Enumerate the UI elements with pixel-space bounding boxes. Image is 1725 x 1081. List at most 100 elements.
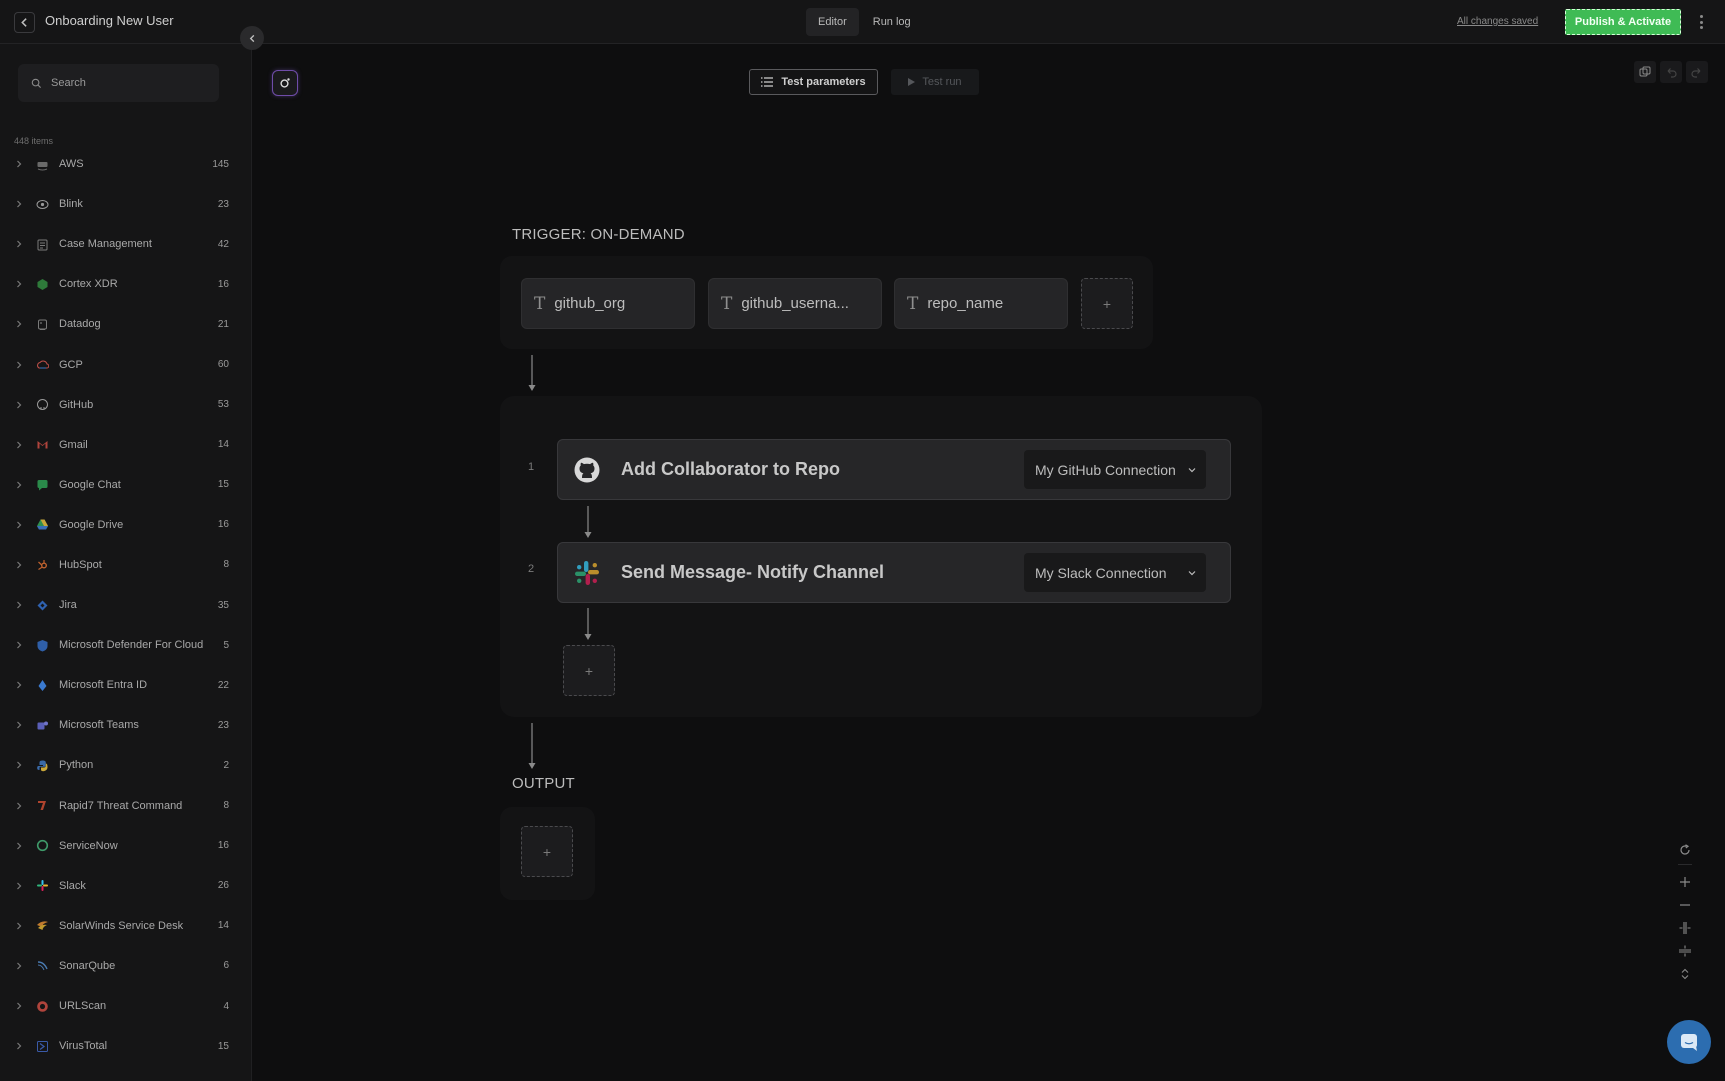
chevron-right-icon[interactable] (15, 641, 23, 649)
step-card-send-message[interactable]: Send Message- Notify Channel My Slack Co… (557, 542, 1231, 603)
chevron-right-icon[interactable] (15, 922, 23, 930)
more-options-icon[interactable] (1695, 12, 1707, 32)
test-parameters-button[interactable]: Test parameters (749, 69, 878, 95)
sidebar-category-item[interactable]: ServiceNow 16 (0, 826, 252, 866)
sidebar-category-item[interactable]: SolarWinds Service Desk 14 (0, 906, 252, 946)
sidebar-category-item[interactable]: Microsoft Defender For Cloud 5 (0, 625, 252, 665)
copy-button[interactable] (1634, 61, 1656, 83)
connection-select[interactable]: My GitHub Connection (1024, 450, 1206, 489)
chevron-right-icon[interactable] (15, 361, 23, 369)
category-name: SonarQube (59, 959, 116, 972)
trigger-label: TRIGGER: ON-DEMAND (512, 226, 685, 243)
category-count: 35 (217, 599, 229, 611)
sidebar-category-item[interactable]: Jira 35 (0, 585, 252, 625)
connection-select[interactable]: My Slack Connection (1024, 553, 1206, 592)
step-card-add-collaborator[interactable]: Add Collaborator to Repo My GitHub Conne… (557, 439, 1231, 500)
sidebar-category-item[interactable]: Slack 26 (0, 866, 252, 906)
chevron-right-icon[interactable] (15, 962, 23, 970)
category-count: 53 (217, 399, 229, 411)
chevron-right-icon[interactable] (15, 601, 23, 609)
chevrons-vertical-icon (1681, 968, 1689, 979)
reset-view-button[interactable] (1675, 838, 1695, 861)
sidebar-category-item[interactable]: Google Chat 15 (0, 465, 252, 505)
sidebar-category-item[interactable]: URLScan 4 (0, 986, 252, 1026)
sidebar-category-item[interactable]: GCP 60 (0, 344, 252, 384)
sidebar-category-item[interactable]: Microsoft Teams 23 (0, 705, 252, 745)
chevron-right-icon[interactable] (15, 882, 23, 890)
chevron-right-icon[interactable] (15, 160, 23, 168)
chevron-right-icon[interactable] (15, 200, 23, 208)
expand-collapse-button[interactable] (1675, 962, 1695, 985)
sidebar-category-item[interactable]: Datadog 21 (0, 304, 252, 344)
zoom-out-button[interactable] (1675, 893, 1695, 916)
microsoft-entra-icon (35, 678, 49, 692)
trigger-param-chip[interactable]: T github_userna... (708, 278, 882, 329)
tab-editor[interactable]: Editor (806, 8, 859, 36)
sidebar-category-item[interactable]: Cortex XDR 16 (0, 264, 252, 304)
chevron-right-icon[interactable] (15, 681, 23, 689)
chevron-right-icon[interactable] (15, 401, 23, 409)
microsoft-defender-icon (35, 638, 49, 652)
sidebar-category-item[interactable]: HubSpot 8 (0, 545, 252, 585)
datadog-icon (35, 317, 49, 331)
collapse-sidebar-button[interactable] (240, 26, 264, 50)
test-parameters-label: Test parameters (781, 76, 866, 88)
sidebar-category-item[interactable]: Google Drive 16 (0, 505, 252, 545)
output-label: OUTPUT (512, 775, 575, 792)
chevron-right-icon[interactable] (15, 1042, 23, 1050)
save-status-link[interactable]: All changes saved (1457, 16, 1538, 27)
sidebar-category-item[interactable]: AWS 145 (0, 144, 252, 184)
test-run-button[interactable]: Test run (891, 69, 979, 95)
chevron-right-icon[interactable] (15, 842, 23, 850)
add-step-button[interactable]: + (563, 645, 615, 696)
add-parameter-button[interactable]: + (1081, 278, 1133, 329)
chevron-right-icon[interactable] (15, 521, 23, 529)
chevron-right-icon[interactable] (15, 481, 23, 489)
chevron-right-icon[interactable] (15, 320, 23, 328)
sidebar-category-item[interactable]: SonarQube 6 (0, 946, 252, 986)
sidebar-category-item[interactable]: VirusTotal 15 (0, 1026, 252, 1066)
category-name: VirusTotal (59, 1040, 108, 1053)
redo-button[interactable] (1686, 61, 1708, 83)
trigger-param-chip[interactable]: T repo_name (894, 278, 1068, 329)
gmail-icon (35, 438, 49, 452)
sidebar-category-item[interactable]: GitHub 53 (0, 385, 252, 425)
test-run-label: Test run (922, 76, 962, 88)
trigger-param-chip[interactable]: T github_org (521, 278, 695, 329)
fit-height-button[interactable] (1675, 939, 1695, 962)
search-input[interactable] (51, 77, 201, 89)
assistant-logo-button[interactable] (272, 70, 298, 96)
sidebar-category-item[interactable]: Case Management 42 (0, 224, 252, 264)
undo-button[interactable] (1660, 61, 1682, 83)
search-box[interactable] (18, 64, 219, 102)
chevron-right-icon[interactable] (15, 721, 23, 729)
gcp-icon (35, 358, 49, 372)
fit-width-button[interactable] (1675, 916, 1695, 939)
chevron-right-icon[interactable] (15, 441, 23, 449)
zoom-in-button[interactable] (1675, 870, 1695, 893)
chevron-right-icon[interactable] (15, 280, 23, 288)
connection-value: My Slack Connection (1035, 564, 1167, 581)
chevron-right-icon[interactable] (15, 802, 23, 810)
workflow-title[interactable]: Onboarding New User (45, 13, 174, 28)
rapid7-icon (35, 799, 49, 813)
sidebar-category-item[interactable]: Microsoft Entra ID 22 (0, 665, 252, 705)
chevron-right-icon[interactable] (15, 1002, 23, 1010)
sidebar-category-item[interactable]: Rapid7 Threat Command 8 (0, 786, 252, 826)
category-count: 60 (217, 359, 229, 371)
chevron-right-icon[interactable] (15, 240, 23, 248)
category-name: GCP (59, 358, 83, 371)
add-output-button[interactable]: + (521, 826, 573, 877)
category-name: Google Drive (59, 518, 124, 531)
aws-icon (35, 157, 49, 171)
sidebar-category-item[interactable]: Blink 23 (0, 184, 252, 224)
back-button[interactable] (14, 12, 35, 33)
sidebar-category-item[interactable]: Gmail 14 (0, 425, 252, 465)
support-chat-button[interactable] (1667, 1020, 1711, 1064)
tab-run-log[interactable]: Run log (861, 8, 923, 36)
chevron-right-icon[interactable] (15, 561, 23, 569)
sidebar-category-item[interactable]: Python 2 (0, 745, 252, 785)
publish-activate-button[interactable]: Publish & Activate (1565, 9, 1681, 35)
chevron-right-icon[interactable] (15, 761, 23, 769)
step-index: 2 (528, 563, 535, 575)
